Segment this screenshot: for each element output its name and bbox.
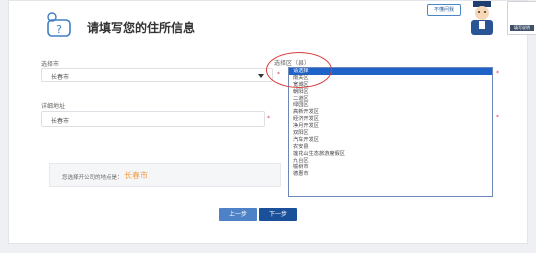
address-input-value: 长春市: [51, 118, 70, 125]
city-select[interactable]: 长春市: [41, 68, 273, 82]
district-option[interactable]: 高新开发区: [289, 109, 492, 116]
district-option[interactable]: 二道区: [289, 96, 492, 103]
required-marker: *: [267, 115, 270, 122]
chevron-down-icon: [258, 74, 264, 78]
district-option[interactable]: 净月开发区: [289, 123, 492, 130]
district-option[interactable]: 汽车开发区: [289, 137, 492, 144]
district-option[interactable]: 双阳区: [289, 130, 492, 137]
district-dropdown[interactable]: 请选择 南关区 宽城区 朝阳区 二道区 绿园区 高新开发区 经济开发区 净月开发区 双阳区 汽车开发…: [288, 67, 493, 197]
city-select-value: 长春市: [51, 74, 70, 81]
summary-label: 您选择开公司的地点是：: [62, 175, 123, 181]
help-mascot[interactable]: 不懂问我 填写说明: [427, 1, 536, 41]
mascot-illustration: [471, 1, 493, 35]
chat-question-icon: ?: [47, 12, 71, 37]
district-option[interactable]: 德惠市: [289, 171, 492, 178]
required-marker: *: [496, 70, 499, 77]
next-step-button[interactable]: 下一步: [259, 208, 297, 221]
selection-summary: 您选择开公司的地点是： 长春市: [49, 163, 281, 187]
annotation-circle: [266, 52, 332, 88]
help-badge[interactable]: 不懂问我: [427, 4, 461, 16]
summary-value: 长春市: [124, 171, 148, 180]
district-option[interactable]: 榆树市: [289, 164, 492, 171]
district-option-list[interactable]: 请选择 南关区 宽城区 朝阳区 二道区 绿园区 高新开发区 经济开发区 净月开发区 双阳区 汽车开发…: [289, 68, 492, 178]
district-option[interactable]: 农安县: [289, 144, 492, 151]
address-input[interactable]: 长春市: [41, 111, 265, 127]
district-option[interactable]: 莲花山生态旅游度假区: [289, 151, 492, 158]
district-option[interactable]: 九台区: [289, 158, 492, 165]
svg-text:?: ?: [56, 23, 62, 36]
district-option[interactable]: 绿园区: [289, 102, 492, 109]
city-label: 选择市: [41, 61, 60, 68]
district-option[interactable]: 朝阳区: [289, 89, 492, 96]
mascot-sign: 填写说明: [507, 1, 536, 35]
required-marker: *: [496, 114, 499, 121]
mascot-sign-label: 填写说明: [510, 25, 534, 31]
district-option[interactable]: 经济开发区: [289, 116, 492, 123]
page-title: 请填写您的住所信息: [87, 21, 196, 35]
previous-step-button[interactable]: 上一步: [219, 208, 257, 221]
address-label: 详细地址: [41, 103, 66, 110]
